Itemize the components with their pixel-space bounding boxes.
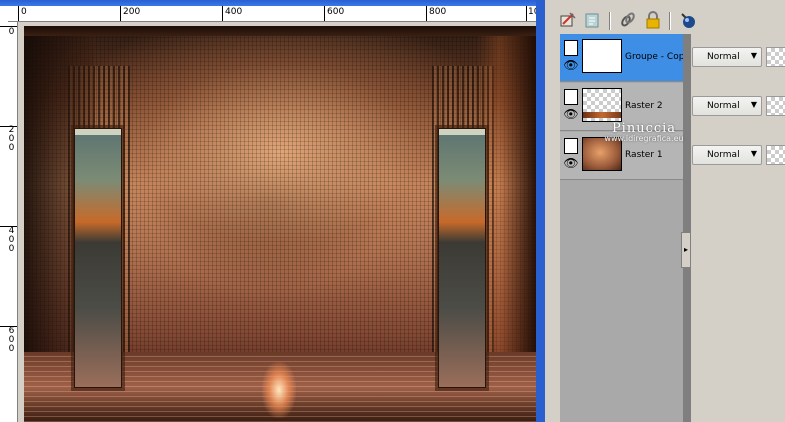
layers-splitter[interactable] xyxy=(683,34,691,422)
splitter-toggle-button[interactable]: ▸ xyxy=(681,232,691,268)
chevron-down-icon: ▼ xyxy=(750,100,757,109)
lock-icon[interactable] xyxy=(644,11,662,29)
ruler-v-label-400-d3: 0 xyxy=(8,244,15,254)
opacity-swatch[interactable] xyxy=(766,96,785,116)
layer-row-group[interactable]: 👁 Groupe - Cop xyxy=(560,34,683,82)
opacity-swatch[interactable] xyxy=(766,145,785,165)
eye-icon[interactable]: 👁 xyxy=(563,156,579,170)
ruler-label-600: 600 xyxy=(327,7,345,17)
blend-mode-select[interactable]: Normal ▼ xyxy=(692,96,762,116)
ruler-label-800: 800 xyxy=(429,7,447,17)
blend-mode-select[interactable]: Normal ▼ xyxy=(692,145,762,165)
ruler-v-label-600-d3: 0 xyxy=(8,344,15,354)
artwork-panel-right xyxy=(438,128,486,388)
artwork-panel-left xyxy=(74,128,122,388)
horizontal-ruler: 0 200 400 600 800 100 xyxy=(8,6,536,22)
artwork-light-glow xyxy=(262,362,296,418)
layer-name: Raster 2 xyxy=(625,101,663,111)
eye-icon[interactable]: 👁 xyxy=(563,107,579,121)
ruler-label-0: 0 xyxy=(21,7,27,17)
watermark: Pinuccia www.idiregrafica.eu xyxy=(604,121,684,143)
ruler-v-label-0: 0 xyxy=(8,27,15,37)
toolbar-separator xyxy=(669,12,671,30)
layer-thumbnail xyxy=(582,39,622,73)
eye-icon[interactable]: 👁 xyxy=(563,58,579,72)
layer-thumbnail xyxy=(582,88,622,122)
watermark-site: www.idiregrafica.eu xyxy=(604,134,684,143)
new-raster-layer-icon[interactable] xyxy=(559,11,577,29)
chevron-down-icon: ▼ xyxy=(750,51,757,60)
opacity-swatch[interactable] xyxy=(766,47,785,67)
artwork-top-band xyxy=(24,26,536,36)
layer-properties-icon[interactable] xyxy=(583,11,601,29)
toolbar-separator xyxy=(609,12,611,30)
blend-mode-select[interactable]: Normal ▼ xyxy=(692,47,762,67)
image-window-border xyxy=(536,0,545,422)
layer-group-toggle[interactable] xyxy=(564,138,578,154)
chevron-down-icon: ▼ xyxy=(750,149,757,158)
ruler-label-200: 200 xyxy=(123,7,141,17)
ruler-corner xyxy=(0,6,8,22)
ruler-v-label-200-d3: 0 xyxy=(8,143,15,153)
layer-name: Groupe - Cop xyxy=(625,52,683,62)
visibility-toggle-icon[interactable] xyxy=(679,11,697,29)
ruler-label-1000: 100 xyxy=(528,7,536,17)
blend-mode-value: Normal xyxy=(707,150,740,160)
vertical-ruler: 0 2 0 0 4 0 0 6 0 0 xyxy=(0,22,18,422)
link-layer-icon[interactable] xyxy=(619,11,637,29)
blend-mode-value: Normal xyxy=(707,101,740,111)
layer-name: Raster 1 xyxy=(625,150,663,160)
image-canvas[interactable] xyxy=(24,26,536,422)
layer-properties-column xyxy=(691,34,785,422)
layer-group-toggle[interactable] xyxy=(564,89,578,105)
ruler-label-400: 400 xyxy=(225,7,243,17)
layers-toolbar xyxy=(545,6,785,34)
blend-mode-value: Normal xyxy=(707,52,740,62)
layer-group-toggle[interactable] xyxy=(564,40,578,56)
